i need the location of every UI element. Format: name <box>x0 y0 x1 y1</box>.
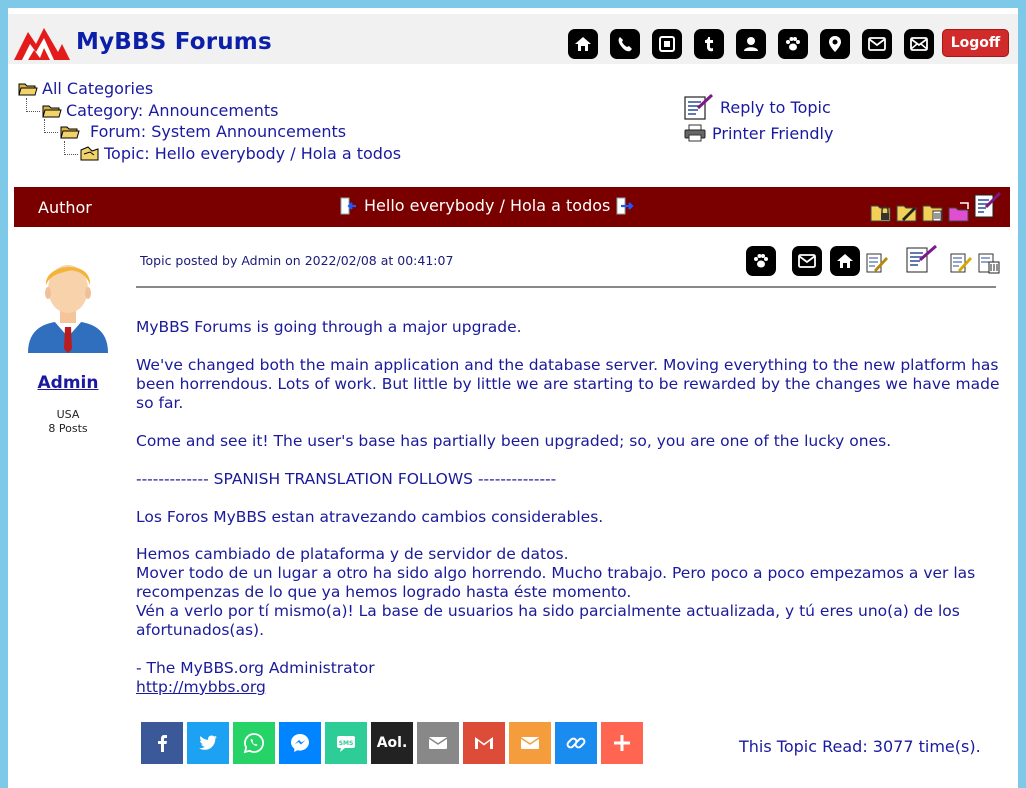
breadcrumb-forum[interactable]: Forum: System Announcements <box>44 118 346 141</box>
share-messenger-button[interactable] <box>279 722 321 764</box>
tumblr-icon[interactable] <box>694 29 724 59</box>
open-folder-icon <box>42 105 62 118</box>
delete-folder-icon[interactable] <box>922 201 944 223</box>
topic-title-wrap: Hello everybody / Hola a todos <box>334 196 640 215</box>
paw-icon[interactable] <box>746 246 776 276</box>
post-paragraph: MyBBS Forums is going through a major up… <box>136 318 522 336</box>
reply-to-topic-label: Reply to Topic <box>720 97 831 117</box>
svg-text:SMS: SMS <box>339 740 354 747</box>
breadcrumb-label[interactable]: Topic: Hello everybody / Hola a todos <box>104 144 401 163</box>
envelope-icon[interactable] <box>862 29 892 59</box>
posted-date: on 2022/02/08 at 00:41:07 <box>285 253 454 268</box>
copy-link-icon <box>566 737 586 749</box>
location-pin-icon[interactable] <box>820 29 850 59</box>
tree-line <box>64 140 78 155</box>
topic-header-bar: Author Hello everybody / Hola a todos <box>14 187 1010 227</box>
breadcrumb-topic[interactable]: Topic: Hello everybody / Hola a todos <box>64 140 401 163</box>
author-name-link[interactable]: Admin <box>8 373 128 393</box>
envelope-icon[interactable] <box>904 29 934 59</box>
post-divider <box>136 286 996 288</box>
lock-folder-icon[interactable] <box>870 201 892 223</box>
author-avatar[interactable] <box>24 253 112 353</box>
messenger-icon <box>291 734 309 752</box>
open-folder-icon <box>18 83 38 96</box>
author-post-count: 8 Posts <box>48 422 88 435</box>
post-signature: - The MyBBS.org Administrator <box>136 659 375 677</box>
site-title[interactable]: MyBBS Forums <box>76 29 272 55</box>
quote-reply-icon[interactable] <box>906 244 938 274</box>
author-country: USA <box>56 408 80 421</box>
site-header: MyBBS Forums Logoff <box>8 14 1018 64</box>
post-paragraph: ------------- SPANISH TRANSLATION FOLLOW… <box>136 470 557 488</box>
author-column-label: Author <box>38 198 92 217</box>
twitter-icon <box>199 735 217 750</box>
reply-icon <box>684 94 714 120</box>
more-icon <box>614 735 630 751</box>
printer-friendly-link[interactable]: Printer Friendly <box>684 120 833 146</box>
breadcrumb-all-categories[interactable]: All Categories <box>18 79 153 98</box>
topic-read-count: This Topic Read: 3077 time(s). <box>739 737 981 756</box>
edit-post-icon[interactable] <box>866 252 888 274</box>
topic-title: Hello everybody / Hola a todos <box>364 196 611 215</box>
previous-topic-icon[interactable] <box>340 197 358 215</box>
move-folder-icon[interactable] <box>948 201 970 223</box>
next-topic-icon[interactable] <box>616 197 634 215</box>
post-paragraph: Hemos cambiado de plataforma y de servid… <box>136 545 976 639</box>
share-facebook-button[interactable] <box>141 722 183 764</box>
post-paragraph: We've changed both the main application … <box>136 356 1000 412</box>
paw-icon[interactable] <box>778 29 808 59</box>
share-sms-button[interactable]: SMS <box>325 722 367 764</box>
sms-icon: SMS <box>337 736 355 752</box>
open-folder-icon <box>60 126 80 139</box>
gmail-icon <box>475 737 493 749</box>
share-copy-link-button[interactable] <box>555 722 597 764</box>
mybbs-logo-icon[interactable] <box>12 22 72 62</box>
stop-icon[interactable] <box>652 29 682 59</box>
site-link[interactable]: http://mybbs.org <box>136 678 266 697</box>
share-email-button[interactable] <box>417 722 459 764</box>
breadcrumb-label[interactable]: Category: Announcements <box>66 101 279 120</box>
home-icon[interactable] <box>830 246 860 276</box>
posted-user-link[interactable]: Admin <box>241 253 281 268</box>
logoff-button[interactable]: Logoff <box>942 29 1009 57</box>
share-mail-button[interactable] <box>509 722 551 764</box>
post-paragraph: Come and see it! The user's base has par… <box>136 432 892 450</box>
user-icon[interactable] <box>736 29 766 59</box>
posted-prefix: Topic posted by <box>140 253 238 268</box>
whatsapp-icon <box>243 733 264 754</box>
share-whatsapp-button[interactable] <box>233 722 275 764</box>
share-aol-button[interactable]: Aol. <box>371 722 413 764</box>
reply-icon[interactable] <box>974 191 1002 219</box>
topic-actions: Reply to Topic Printer Friendly <box>684 94 833 146</box>
post-meta: Topic posted by Admin on 2022/02/08 at 0… <box>140 253 453 268</box>
breadcrumb-label[interactable]: Forum: System Announcements <box>90 122 346 141</box>
share-twitter-button[interactable] <box>187 722 229 764</box>
breadcrumb-label[interactable]: All Categories <box>42 79 153 98</box>
tree-line <box>26 97 40 112</box>
printer-icon <box>684 124 706 142</box>
envelope-icon[interactable] <box>792 246 822 276</box>
facebook-icon <box>158 735 167 752</box>
share-gmail-button[interactable] <box>463 722 505 764</box>
email-icon <box>428 737 448 749</box>
breadcrumb-category[interactable]: Category: Announcements <box>26 97 279 120</box>
phone-icon[interactable] <box>610 29 640 59</box>
page-frame: MyBBS Forums Logoff All Categories Categ… <box>8 8 1018 788</box>
edit-folder-icon[interactable] <box>896 201 918 223</box>
tree-line <box>44 118 58 133</box>
aol-icon: Aol. <box>376 735 408 751</box>
delete-post-icon[interactable] <box>978 252 1000 274</box>
mail-icon <box>520 737 540 749</box>
printer-friendly-label: Printer Friendly <box>712 123 834 143</box>
open-folder-icon <box>80 146 99 161</box>
home-icon[interactable] <box>568 29 598 59</box>
edit-note-icon[interactable] <box>950 252 972 274</box>
share-more-button[interactable] <box>601 722 643 764</box>
post-paragraph: Los Foros MyBBS estan atravezando cambio… <box>136 508 604 526</box>
reply-to-topic-link[interactable]: Reply to Topic <box>684 94 833 120</box>
